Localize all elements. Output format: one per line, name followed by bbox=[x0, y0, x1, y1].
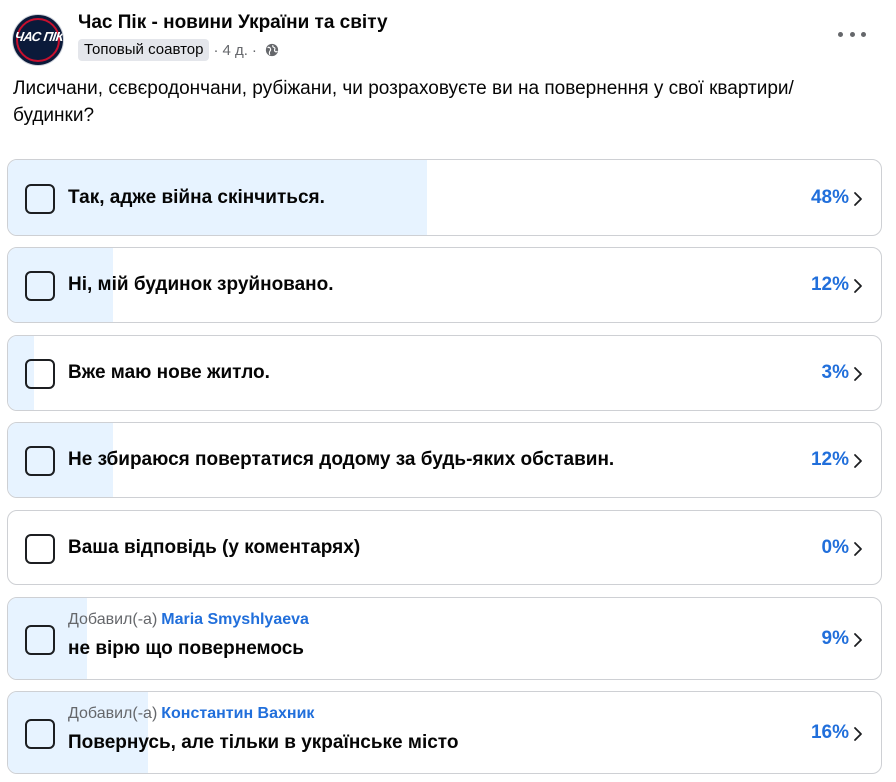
option-author-link[interactable]: Константин Вахник bbox=[161, 705, 314, 722]
post-timestamp[interactable]: 4 д. bbox=[222, 42, 247, 59]
chevron-right-icon[interactable] bbox=[853, 541, 863, 557]
poll-option[interactable]: Ваша відповідь (у коментарях) 0% bbox=[7, 510, 882, 585]
meta-separator: · bbox=[251, 41, 257, 59]
chevron-right-icon[interactable] bbox=[853, 366, 863, 382]
poll-option[interactable]: Ні, мій будинок зруйновано. 12% bbox=[7, 247, 882, 323]
chevron-right-icon[interactable] bbox=[853, 278, 863, 294]
added-by-text: Добавил(-а) bbox=[68, 610, 158, 628]
more-icon[interactable] bbox=[838, 24, 866, 44]
option-percent[interactable]: 12% bbox=[811, 449, 849, 471]
option-label: Ні, мій будинок зруйновано. bbox=[68, 274, 334, 295]
option-percent[interactable]: 16% bbox=[811, 722, 849, 744]
added-by-line: Добавил(-а) Константин Вахник bbox=[68, 705, 314, 723]
page-name-link[interactable]: Час Пік - новини України та світу bbox=[78, 12, 388, 34]
chevron-right-icon[interactable] bbox=[853, 453, 863, 469]
option-label: Так, адже війна скінчиться. bbox=[68, 186, 325, 208]
option-label: Повернусь, але тільки в українське місто bbox=[68, 731, 459, 753]
option-checkbox[interactable] bbox=[25, 359, 55, 389]
added-by-line: Добавил(-а) Maria Smyshlyaeva bbox=[68, 611, 309, 629]
poll-question: Лисичани, сєвєродончани, рубіжани, чи ро… bbox=[13, 78, 794, 126]
option-label: не вірю що повернемось bbox=[68, 637, 304, 659]
option-percent[interactable]: 48% bbox=[811, 187, 849, 209]
avatar-logo: ЧАС ПІК bbox=[13, 29, 64, 44]
option-percent[interactable]: 3% bbox=[822, 362, 849, 384]
page-avatar[interactable]: ЧАС ПІК bbox=[12, 14, 64, 66]
meta-separator: · bbox=[213, 41, 219, 59]
poll-option[interactable]: Добавил(-а) Константин Вахник Повернусь, а… bbox=[7, 691, 882, 774]
option-percent[interactable]: 0% bbox=[822, 537, 849, 559]
option-checkbox[interactable] bbox=[25, 533, 55, 564]
option-checkbox[interactable] bbox=[25, 624, 55, 655]
option-checkbox[interactable] bbox=[25, 183, 55, 214]
poll-option[interactable]: Так, адже війна скінчиться. 48% bbox=[7, 159, 882, 236]
globe-icon[interactable] bbox=[265, 43, 279, 57]
option-percent[interactable]: 9% bbox=[822, 628, 849, 650]
top-contributor-badge[interactable]: Топовый соавтор bbox=[78, 39, 210, 61]
option-checkbox[interactable] bbox=[25, 271, 55, 301]
option-percent[interactable]: 12% bbox=[811, 274, 849, 296]
poll-option[interactable]: Вже маю нове житло. 3% bbox=[7, 335, 882, 411]
option-checkbox[interactable] bbox=[25, 446, 55, 476]
poll-option[interactable]: Не збираюся повертатися додому за будь-я… bbox=[7, 422, 882, 498]
post-meta: Топовый соавтор · 4 д. · bbox=[78, 39, 279, 61]
option-author-link[interactable]: Maria Smyshlyaeva bbox=[161, 611, 309, 628]
post-header: ЧАС ПІК Час Пік - новини України та світ… bbox=[12, 10, 884, 66]
added-by-text: Добавил(-а) bbox=[68, 704, 158, 722]
chevron-right-icon[interactable] bbox=[853, 632, 863, 648]
option-label: Ваша відповідь (у коментарях) bbox=[68, 536, 361, 558]
chevron-right-icon[interactable] bbox=[853, 726, 863, 742]
option-label: Вже маю нове житло. bbox=[68, 362, 270, 383]
option-checkbox[interactable] bbox=[25, 718, 55, 749]
poll-option[interactable]: Добавил(-а) Maria Smyshlyaeva не вірю що п… bbox=[7, 597, 882, 680]
chevron-right-icon[interactable] bbox=[853, 191, 863, 207]
option-label: Не збираюся повертатися додому за будь-я… bbox=[68, 449, 615, 470]
